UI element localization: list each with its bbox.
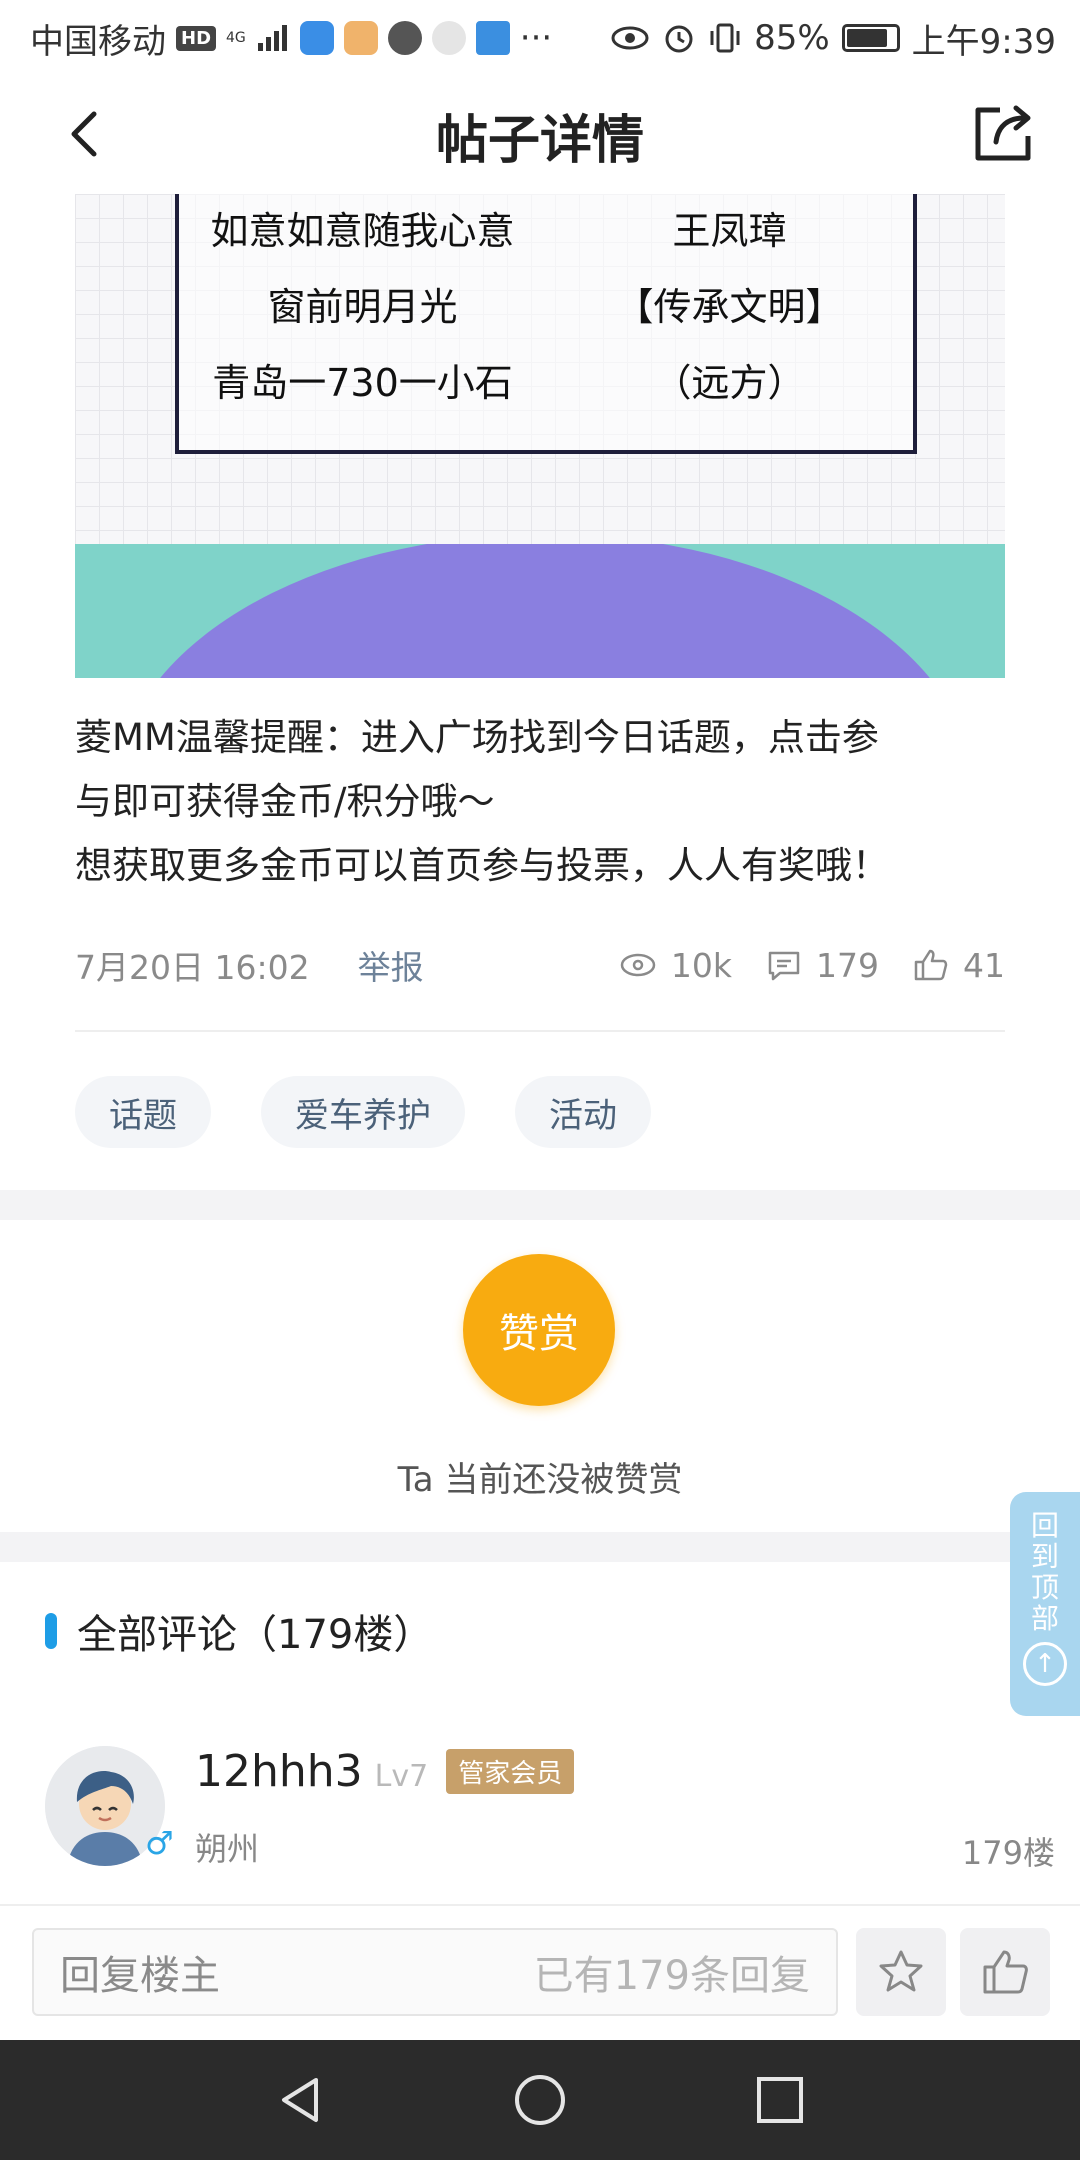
poster-purple-arc bbox=[115, 544, 975, 678]
author-location: 朔州 bbox=[195, 1830, 260, 1868]
eye-icon bbox=[620, 953, 656, 977]
thumbs-up-icon bbox=[914, 949, 948, 981]
view-count: 10k bbox=[619, 946, 732, 985]
section-separator bbox=[0, 1190, 1080, 1220]
eye-icon bbox=[611, 26, 649, 50]
reply-count: 已有179条回复 bbox=[533, 1953, 810, 1999]
battery-percent: 85% bbox=[754, 18, 830, 58]
recents-square-icon[interactable] bbox=[752, 2072, 808, 2128]
post-detail-screen: 中国移动 HD 4G ··· 85% 上午9:39 帖子详情 如意如意随我心意 … bbox=[0, 0, 1080, 2160]
signal-icon bbox=[257, 25, 287, 51]
reply-placeholder: 回复楼主 bbox=[60, 1953, 220, 1999]
clock: 上午9:39 bbox=[911, 21, 1056, 62]
back-to-top-label: 回到顶部 bbox=[1030, 1509, 1059, 1635]
reward-button[interactable]: 赞赏 bbox=[463, 1254, 615, 1406]
app-header: 帖子详情 bbox=[0, 76, 1080, 194]
reply-input[interactable]: 回复楼主 已有179条回复 bbox=[32, 1928, 838, 2016]
post-line: 与即可获得金币/积分哦～ bbox=[75, 780, 495, 823]
comment-item[interactable]: ♂ 12hhh3 Lv7 管家会员 朔州 179楼 bbox=[45, 1746, 1055, 1872]
comments-header: 全部评论（179楼） bbox=[45, 1602, 433, 1660]
poster-name: （远方） bbox=[653, 361, 806, 405]
loading-app-icon bbox=[431, 21, 466, 55]
comment-icon bbox=[768, 951, 800, 981]
tag-chip[interactable]: 话题 bbox=[75, 1076, 211, 1148]
shield-app-icon bbox=[299, 21, 334, 55]
box-app-icon bbox=[343, 21, 378, 55]
comment-author[interactable]: 12hhh3 Lv7 管家会员 bbox=[195, 1746, 575, 1797]
poster-name: 王凤璋 bbox=[672, 209, 787, 253]
back-button[interactable] bbox=[56, 104, 116, 164]
post-date: 7月20日 16:02 bbox=[75, 948, 310, 987]
more-notifications: ··· bbox=[519, 18, 553, 58]
divider bbox=[75, 1030, 1005, 1032]
page-title: 帖子详情 bbox=[435, 110, 644, 171]
reward-status: Ta 当前还没被赞赏 bbox=[397, 1460, 683, 1500]
back-triangle-icon[interactable] bbox=[272, 2072, 328, 2128]
like-button[interactable] bbox=[960, 1928, 1050, 2016]
post-meta: 7月20日 16:02 举报 10k 179 41 bbox=[75, 935, 1005, 995]
tag-list: 话题 爱车养护 活动 bbox=[75, 1076, 651, 1148]
post-line: 想获取更多金币可以首页参与投票，人人有奖哦！ bbox=[75, 844, 889, 887]
poster-names-box: 如意如意随我心意 王凤璋 窗前明月光 【传承文明】 青岛一730一小石 （远方） bbox=[175, 194, 917, 454]
system-nav-bar bbox=[0, 2040, 1080, 2160]
floor-number: 179楼 bbox=[961, 1834, 1055, 1872]
network-label: 4G bbox=[226, 30, 246, 46]
star-icon bbox=[879, 1950, 923, 1992]
alarm-icon bbox=[665, 25, 693, 53]
member-badge: 管家会员 bbox=[446, 1749, 575, 1794]
report-link[interactable]: 举报 bbox=[358, 941, 424, 989]
comments-title: 全部评论（179楼） bbox=[77, 1612, 434, 1658]
arrow-up-icon: ↑ bbox=[1023, 1642, 1067, 1686]
lingling-app-icon bbox=[475, 21, 510, 55]
poster-name: 青岛一730一小石 bbox=[212, 361, 513, 405]
post-line: 菱MM温馨提醒：进入广场找到今日话题，点击参 bbox=[75, 716, 879, 759]
share-button[interactable] bbox=[970, 100, 1036, 166]
bird-app-icon bbox=[387, 21, 422, 55]
like-count-value: 41 bbox=[963, 945, 1005, 985]
section-separator bbox=[0, 1532, 1080, 1562]
chevron-left-icon bbox=[71, 111, 97, 157]
vibrate-icon bbox=[710, 23, 740, 53]
poster-teal-band bbox=[75, 544, 1005, 678]
comment-count[interactable]: 179 bbox=[766, 946, 879, 985]
comment-count-value: 179 bbox=[816, 945, 879, 985]
male-icon: ♂ bbox=[145, 1824, 174, 1862]
author-level: Lv7 bbox=[374, 1759, 429, 1794]
battery-icon bbox=[841, 24, 900, 52]
share-icon bbox=[975, 105, 1031, 161]
favorite-button[interactable] bbox=[856, 1928, 946, 2016]
post-image[interactable]: 如意如意随我心意 王凤璋 窗前明月光 【传承文明】 青岛一730一小石 （远方） bbox=[75, 194, 1005, 678]
poster-name: 如意如意随我心意 bbox=[210, 209, 515, 253]
tag-chip[interactable]: 爱车养护 bbox=[261, 1076, 465, 1148]
view-count-value: 10k bbox=[670, 945, 732, 985]
poster-name: 【传承文明】 bbox=[615, 285, 844, 329]
hd-badge: HD bbox=[176, 25, 217, 51]
status-bar: 中国移动 HD 4G ··· 85% 上午9:39 bbox=[0, 0, 1080, 76]
poster-name: 窗前明月光 bbox=[267, 285, 458, 329]
carrier-label: 中国移动 bbox=[30, 21, 166, 62]
author-name: 12hhh3 bbox=[195, 1746, 363, 1797]
back-to-top-button[interactable]: 回到顶部 ↑ bbox=[1010, 1492, 1080, 1716]
like-count[interactable]: 41 bbox=[913, 946, 1005, 985]
reply-bar: 回复楼主 已有179条回复 bbox=[0, 1904, 1080, 2040]
home-circle-icon[interactable] bbox=[512, 2072, 568, 2128]
section-accent-bar bbox=[45, 1613, 57, 1649]
thumbs-up-icon bbox=[983, 1950, 1028, 1994]
tag-chip[interactable]: 活动 bbox=[515, 1076, 651, 1148]
post-content: 菱MM温馨提醒：进入广场找到今日话题，点击参 与即可获得金币/积分哦～ 想获取更… bbox=[75, 706, 1015, 898]
